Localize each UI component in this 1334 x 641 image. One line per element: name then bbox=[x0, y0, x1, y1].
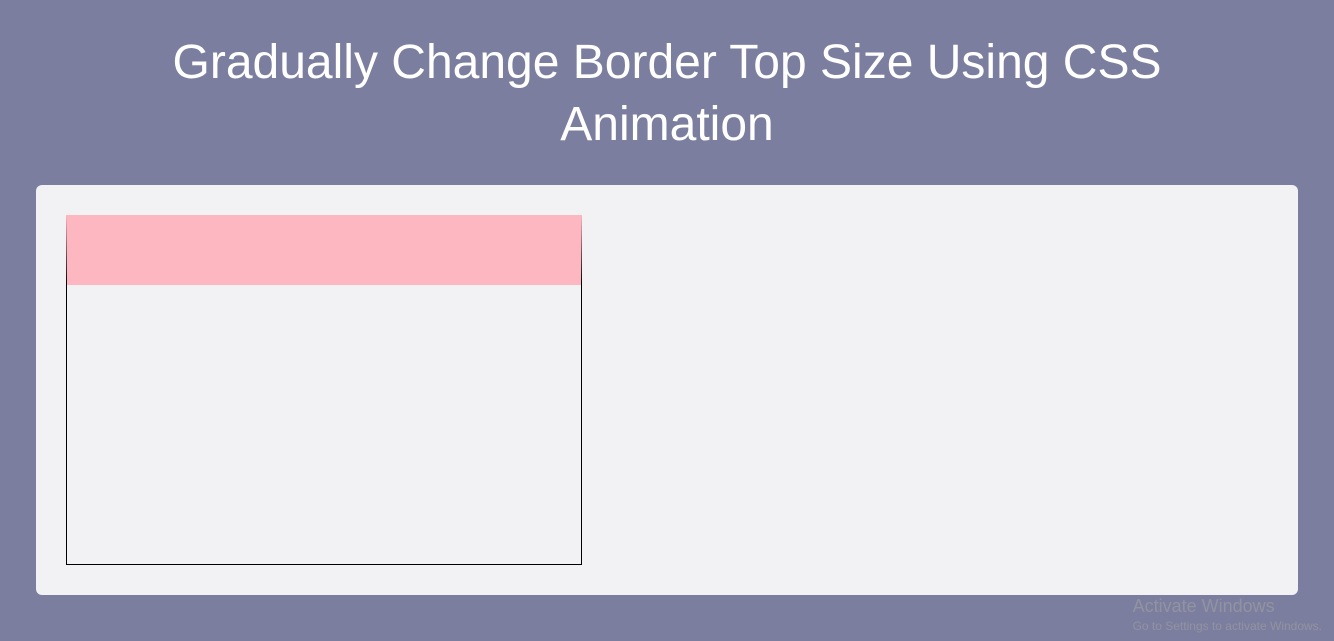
animated-border-box bbox=[66, 215, 582, 565]
watermark-title: Activate Windows bbox=[1133, 596, 1322, 617]
demo-panel bbox=[36, 185, 1298, 595]
windows-activation-watermark: Activate Windows Go to Settings to activ… bbox=[1133, 596, 1322, 633]
page-title: Gradually Change Border Top Size Using C… bbox=[0, 0, 1334, 157]
watermark-subtitle: Go to Settings to activate Windows. bbox=[1133, 619, 1322, 633]
